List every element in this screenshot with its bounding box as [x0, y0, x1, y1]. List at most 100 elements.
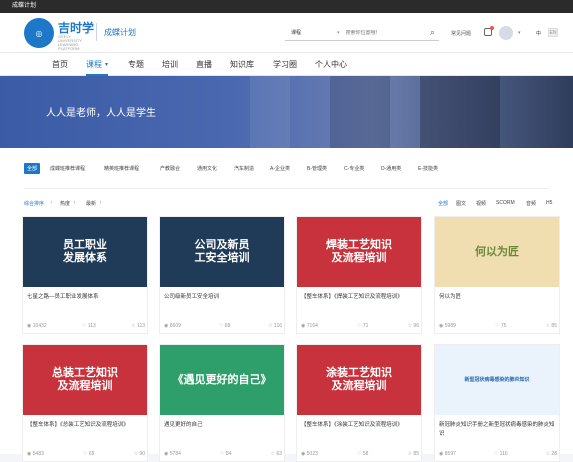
category-item[interactable]: 产教融合	[160, 165, 180, 172]
brand-divider	[96, 23, 97, 41]
course-thumbnail[interactable]: 焊装工艺知识 及流程培训	[297, 217, 421, 287]
category-item[interactable]: 通用文化	[197, 165, 217, 172]
course-card[interactable]: 《遇见更好的自己》遇见更好的自己 ◉ 5784 ♡ 84 ☆ 63	[159, 344, 285, 462]
course-card[interactable]: 涂装工艺知识 及流程培训 【整车体系】《涂装工艺知识及流程培训》 ◉ 5023 ♡ 5…	[296, 344, 422, 462]
sort-filter-bar: 综合排序 ↑ 热度 ↑ 最新 ↑ 全部 图文 视频 SCORM 音频 H5	[0, 190, 573, 214]
nav-item-home[interactable]: 首页	[52, 59, 68, 70]
course-thumbnail[interactable]: 员工职业 发展体系	[23, 217, 147, 287]
filter-video[interactable]: 视频	[476, 200, 486, 207]
sort-arrow-icon[interactable]: ↑	[73, 200, 76, 206]
main-nav: 首页 课程 ▾ 专题 培训 直播 知识库 学习圈 个人中心	[0, 53, 573, 76]
likes-count: ♡ 116	[493, 451, 508, 457]
views-count: ◉ 8597	[439, 451, 456, 457]
course-thumbnail[interactable]: 总装工艺知识 及流程培训	[23, 345, 147, 415]
category-item[interactable]: 成蝶班推荐课程	[50, 165, 85, 172]
course-title[interactable]: 遇见更好的自己	[164, 421, 282, 430]
course-card[interactable]: 焊装工艺知识 及流程培训【整车体系】《焊装工艺知识及流程培训》 ◉ 7164 ♡ 7…	[296, 216, 422, 334]
category-item[interactable]: A-企业类	[270, 165, 290, 172]
nav-item-live[interactable]: 直播	[196, 59, 212, 70]
likes-count: ♡ 113	[81, 323, 96, 329]
course-thumbnail[interactable]: 新型冠状病毒感染的肺炎知识	[435, 345, 559, 415]
course-thumbnail[interactable]: 公司及新员 工安全培训	[160, 217, 284, 287]
nav-item-training[interactable]: 培训	[162, 59, 178, 70]
search-icon[interactable]: ⌕	[430, 27, 435, 38]
banner-decoration	[420, 76, 500, 148]
favorites-count: ☆ 90	[133, 451, 145, 457]
course-thumbnail[interactable]: 何以为匠	[435, 217, 559, 287]
views-count: ◉ 6609	[164, 323, 181, 329]
likes-count: ♡ 84	[220, 451, 232, 457]
category-item[interactable]: C-专业类	[344, 165, 364, 172]
course-title[interactable]: 【整车体系】《焊装工艺知识及流程培训》	[301, 293, 419, 302]
course-card[interactable]: 员工职业 发展体系 七星之路—员工职业发展体系 ◉ 10432 ♡ 113 ☆ 113	[22, 216, 148, 334]
filter-article[interactable]: 图文	[456, 200, 466, 207]
course-stats: ◉ 5483 ♡ 69 ☆ 90	[27, 451, 145, 457]
category-item[interactable]: E-技能类	[418, 165, 438, 172]
views-count: ◉ 5483	[27, 451, 44, 457]
course-card[interactable]: 何以为匠 何以为匠 ◉ 5989 ♡ 75 ☆ 85	[434, 216, 560, 334]
avatar[interactable]	[499, 26, 513, 40]
nav-item-courses[interactable]: 课程	[86, 59, 102, 70]
favorites-count: ☆ 96	[407, 323, 419, 329]
thumbnail-text: 《遇见更好的自己》	[172, 373, 272, 386]
category-bar: 全部 成蝶班推荐课程 精英班推荐课程 产教融合 通用文化 汽车制造 A-企业类 …	[0, 148, 573, 190]
thumbnail-text: 涂装工艺知识 及流程培训	[326, 367, 392, 392]
filter-audio[interactable]: 音频	[526, 200, 536, 207]
filter-all[interactable]: 全部	[438, 200, 448, 207]
course-title[interactable]: 公司级新员工安全培训	[164, 293, 282, 302]
course-card[interactable]: 公司及新员 工安全培训公司级新员工安全培训 ◉ 6609 ♡ 68 ☆ 116	[159, 216, 285, 334]
views-count: ◉ 7164	[301, 323, 318, 329]
language-en[interactable]: EN	[548, 28, 558, 37]
logo-emblem-icon[interactable]: ◎	[24, 18, 54, 48]
course-card[interactable]: 新型冠状病毒感染的肺炎知识新冠肺炎知识手册之新型冠状病毒感染的肺炎知识 ◉ 859…	[434, 344, 560, 462]
faq-link[interactable]: 常见问题	[451, 30, 471, 37]
views-count: ◉ 5023	[301, 451, 318, 457]
sort-latest[interactable]: 最新	[86, 200, 96, 207]
favorites-count: ☆ 116	[268, 323, 282, 329]
course-stats: ◉ 7164 ♡ 71 ☆ 96	[301, 323, 419, 329]
course-title[interactable]: 何以为匠	[439, 293, 557, 302]
nav-item-circle[interactable]: 学习圈	[273, 59, 297, 70]
sort-arrow-icon[interactable]: ↑	[99, 200, 102, 206]
likes-count: ♡ 68	[218, 323, 231, 329]
category-item[interactable]: B-管理类	[307, 165, 327, 172]
notification-icon[interactable]	[484, 26, 494, 36]
nav-item-knowledge[interactable]: 知识库	[230, 59, 254, 70]
chevron-down-icon[interactable]: ▾	[337, 30, 340, 36]
course-title[interactable]: 七星之路—员工职业发展体系	[27, 293, 145, 302]
category-item[interactable]: 汽车制造	[234, 165, 254, 172]
course-stats: ◉ 10432 ♡ 113 ☆ 113	[27, 323, 145, 329]
course-stats: ◉ 5989 ♡ 75 ☆ 85	[439, 323, 557, 329]
category-all[interactable]: 全部	[24, 163, 41, 174]
sort-popularity[interactable]: 热度	[60, 200, 70, 207]
sort-comprehensive[interactable]: 综合排序	[24, 200, 44, 207]
course-stats: ◉ 8597 ♡ 116 ☆ 28	[439, 451, 557, 457]
language-zh[interactable]: 中	[536, 30, 541, 37]
banner-slogan: 人人是老师，人人是学生	[46, 108, 156, 119]
search-input[interactable]	[345, 29, 422, 36]
course-thumbnail[interactable]: 《遇见更好的自己》	[160, 345, 284, 415]
course-title[interactable]: 【整车体系】《涂装工艺知识及流程培训》	[301, 421, 419, 430]
views-count: ◉ 10432	[27, 323, 47, 329]
thumbnail-text: 员工职业 发展体系	[63, 239, 107, 264]
course-grid: 员工职业 发展体系 七星之路—员工职业发展体系 ◉ 10432 ♡ 113 ☆ 113 公…	[0, 214, 573, 462]
likes-count: ♡ 75	[495, 323, 507, 329]
banner-decoration	[250, 76, 290, 148]
chevron-down-icon[interactable]: ▾	[518, 30, 521, 36]
course-title[interactable]: 新冠肺炎知识手册之新型冠状病毒感染的肺炎知识	[439, 421, 557, 439]
category-item[interactable]: D-通用类	[381, 165, 401, 172]
nav-item-profile[interactable]: 个人中心	[315, 59, 347, 70]
search-scope-select[interactable]: 课程	[285, 29, 337, 36]
category-item[interactable]: 精英班推荐课程	[104, 165, 139, 172]
sort-arrow-icon[interactable]: ↑	[50, 200, 53, 206]
filter-scorm[interactable]: SCORM	[496, 200, 515, 206]
brand-subtitle: GEELY UNIVERSITY LEARNING PLATFORM	[58, 34, 82, 51]
chevron-down-icon[interactable]: ▾	[105, 61, 108, 68]
course-title[interactable]: 【整车体系】《总装工艺知识及流程培训》	[27, 421, 145, 430]
filter-h5[interactable]: H5	[546, 200, 552, 206]
course-card[interactable]: 总装工艺知识 及流程培训【整车体系】《总装工艺知识及流程培训》 ◉ 5483 ♡ 6…	[22, 344, 148, 462]
category-divider	[24, 188, 549, 189]
course-stats: ◉ 5784 ♡ 84 ☆ 63	[164, 451, 282, 457]
nav-item-topics[interactable]: 专题	[128, 59, 144, 70]
course-thumbnail[interactable]: 涂装工艺知识 及流程培训	[297, 345, 421, 415]
